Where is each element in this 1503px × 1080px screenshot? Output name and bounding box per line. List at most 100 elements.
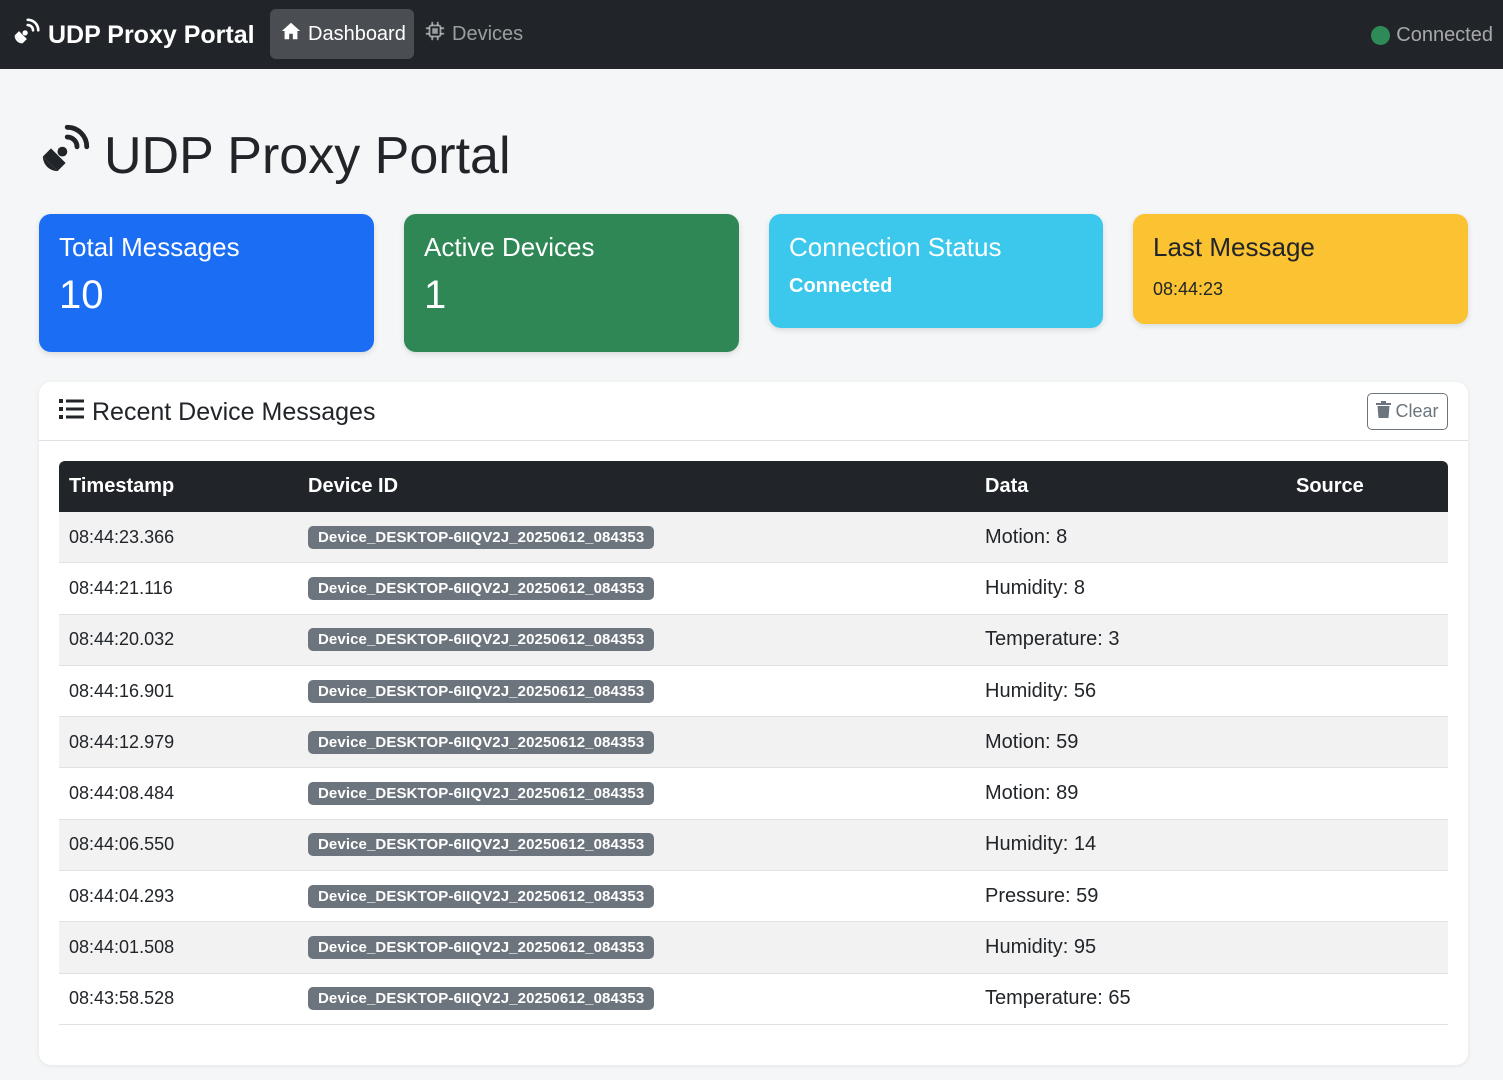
nav-dashboard-label: Dashboard: [308, 22, 406, 45]
device-id-cell: Device_DESKTOP-6IIQV2J_20250612_084353: [298, 614, 975, 666]
table-row: 08:44:12.979 Device_DESKTOP-6IIQV2J_2025…: [59, 717, 1448, 769]
timestamp-cell: 08:44:01.508: [59, 922, 298, 974]
source-cell: [1286, 563, 1448, 615]
stat-title: Total Messages: [59, 232, 240, 262]
timestamp-cell: 08:44:23.366: [59, 512, 298, 564]
satellite-dish-icon: [12, 17, 40, 53]
home-icon: [280, 20, 302, 48]
stat-title: Last Message: [1153, 232, 1315, 262]
device-id-badge: Device_DESKTOP-6IIQV2J_20250612_084353: [308, 628, 655, 652]
stat-card-total-messages: Total Messages 10: [39, 214, 374, 352]
table-body: 08:44:23.366 Device_DESKTOP-6IIQV2J_2025…: [59, 512, 1448, 1025]
device-id-cell: Device_DESKTOP-6IIQV2J_20250612_084353: [298, 563, 975, 615]
nav-devices-label: Devices: [452, 22, 524, 45]
device-id-badge: Device_DESKTOP-6IIQV2J_20250612_084353: [308, 884, 655, 908]
device-id-badge: Device_DESKTOP-6IIQV2J_20250612_084353: [308, 730, 655, 754]
device-id-badge: Device_DESKTOP-6IIQV2J_20250612_084353: [308, 576, 655, 600]
trash-icon: [1376, 400, 1392, 423]
satellite-dish-icon: [38, 124, 90, 189]
clear-button[interactable]: Clear: [1367, 393, 1448, 430]
recent-messages-panel: Recent Device Messages Clear Timestamp D…: [39, 382, 1468, 1065]
device-id-cell: Device_DESKTOP-6IIQV2J_20250612_084353: [298, 922, 975, 974]
device-id-badge: Device_DESKTOP-6IIQV2J_20250612_084353: [308, 525, 655, 549]
data-cell: Temperature: 3: [975, 614, 1286, 666]
page-title: UDP Proxy Portal: [38, 120, 511, 192]
connection-indicator: Connected: [1371, 22, 1493, 48]
panel-title-text: Recent Device Messages: [92, 397, 376, 426]
table-row: 08:44:08.484 Device_DESKTOP-6IIQV2J_2025…: [59, 768, 1448, 820]
device-id-badge: Device_DESKTOP-6IIQV2J_20250612_084353: [308, 782, 655, 806]
source-cell: [1286, 819, 1448, 872]
table-header: Timestamp Device ID Data Source: [59, 461, 1448, 512]
data-cell: Pressure: 59: [975, 871, 1286, 923]
source-cell: [1286, 666, 1448, 718]
column-header-timestamp: Timestamp: [59, 461, 298, 512]
brand-label: UDP Proxy Portal: [48, 20, 255, 49]
data-cell: Humidity: 56: [975, 666, 1286, 718]
stat-card-connection-status: Connection Status Connected: [769, 214, 1103, 328]
page-title-text: UDP Proxy Portal: [104, 127, 511, 185]
data-cell: Humidity: 14: [975, 819, 1286, 872]
column-header-data: Data: [975, 461, 1286, 512]
data-cell: Motion: 59: [975, 717, 1286, 769]
device-id-badge: Device_DESKTOP-6IIQV2J_20250612_084353: [308, 833, 655, 857]
source-cell: [1286, 974, 1448, 1025]
timestamp-cell: 08:44:20.032: [59, 614, 298, 666]
device-id-cell: Device_DESKTOP-6IIQV2J_20250612_084353: [298, 768, 975, 820]
device-id-badge: Device_DESKTOP-6IIQV2J_20250612_084353: [308, 936, 655, 960]
panel-header: Recent Device Messages Clear: [39, 382, 1468, 441]
data-cell: Humidity: 95: [975, 922, 1286, 974]
timestamp-cell: 08:43:58.528: [59, 974, 298, 1025]
messages-table-wrapper: Timestamp Device ID Data Source 08:44:23…: [59, 461, 1448, 1025]
column-header-device-id: Device ID: [298, 461, 975, 512]
source-cell: [1286, 871, 1448, 923]
device-id-cell: Device_DESKTOP-6IIQV2J_20250612_084353: [298, 666, 975, 718]
status-dot-icon: [1371, 25, 1391, 45]
timestamp-cell: 08:44:16.901: [59, 666, 298, 718]
nav-devices[interactable]: Devices: [414, 9, 534, 59]
table-row: 08:44:23.366 Device_DESKTOP-6IIQV2J_2025…: [59, 512, 1448, 564]
stat-value: 1: [424, 273, 447, 317]
table-row: 08:44:06.550 Device_DESKTOP-6IIQV2J_2025…: [59, 819, 1448, 872]
stat-value: 10: [59, 273, 104, 317]
timestamp-cell: 08:44:04.293: [59, 871, 298, 923]
chip-icon: [424, 20, 446, 48]
data-cell: Humidity: 8: [975, 563, 1286, 615]
table-header-row: Timestamp Device ID Data Source: [59, 461, 1448, 512]
data-cell: Temperature: 65: [975, 974, 1286, 1025]
device-id-cell: Device_DESKTOP-6IIQV2J_20250612_084353: [298, 717, 975, 769]
source-cell: [1286, 922, 1448, 974]
stat-card-last-message: Last Message 08:44:23: [1133, 214, 1468, 324]
source-cell: [1286, 512, 1448, 564]
table-row: 08:44:01.508 Device_DESKTOP-6IIQV2J_2025…: [59, 922, 1448, 974]
stat-card-active-devices: Active Devices 1: [404, 214, 739, 352]
table-row: 08:44:21.116 Device_DESKTOP-6IIQV2J_2025…: [59, 563, 1448, 615]
timestamp-cell: 08:44:06.550: [59, 819, 298, 872]
nav-dashboard[interactable]: Dashboard: [270, 9, 414, 59]
device-id-badge: Device_DESKTOP-6IIQV2J_20250612_084353: [308, 679, 655, 703]
table-row: 08:44:16.901 Device_DESKTOP-6IIQV2J_2025…: [59, 666, 1448, 718]
column-header-source: Source: [1286, 461, 1448, 512]
top-navbar: UDP Proxy Portal Dashboard Devices Conne…: [0, 0, 1503, 69]
list-icon: [59, 398, 84, 427]
timestamp-cell: 08:44:08.484: [59, 768, 298, 820]
source-cell: [1286, 717, 1448, 769]
device-id-cell: Device_DESKTOP-6IIQV2J_20250612_084353: [298, 871, 975, 923]
source-cell: [1286, 614, 1448, 666]
messages-table: Timestamp Device ID Data Source 08:44:23…: [59, 461, 1448, 1025]
data-cell: Motion: 8: [975, 512, 1286, 564]
stat-value: 08:44:23: [1153, 279, 1224, 299]
brand-link[interactable]: UDP Proxy Portal: [12, 17, 255, 53]
table-row: 08:44:20.032 Device_DESKTOP-6IIQV2J_2025…: [59, 614, 1448, 666]
device-id-badge: Device_DESKTOP-6IIQV2J_20250612_084353: [308, 987, 655, 1011]
table-row: 08:43:58.528 Device_DESKTOP-6IIQV2J_2025…: [59, 974, 1448, 1025]
panel-title: Recent Device Messages: [59, 396, 375, 428]
stat-value: Connected: [789, 275, 893, 297]
device-id-cell: Device_DESKTOP-6IIQV2J_20250612_084353: [298, 512, 975, 564]
connection-indicator-label: Connected: [1396, 23, 1493, 46]
timestamp-cell: 08:44:21.116: [59, 563, 298, 615]
clear-button-label: Clear: [1395, 401, 1439, 421]
stat-title: Active Devices: [424, 232, 595, 262]
timestamp-cell: 08:44:12.979: [59, 717, 298, 769]
stat-title: Connection Status: [789, 232, 1002, 262]
